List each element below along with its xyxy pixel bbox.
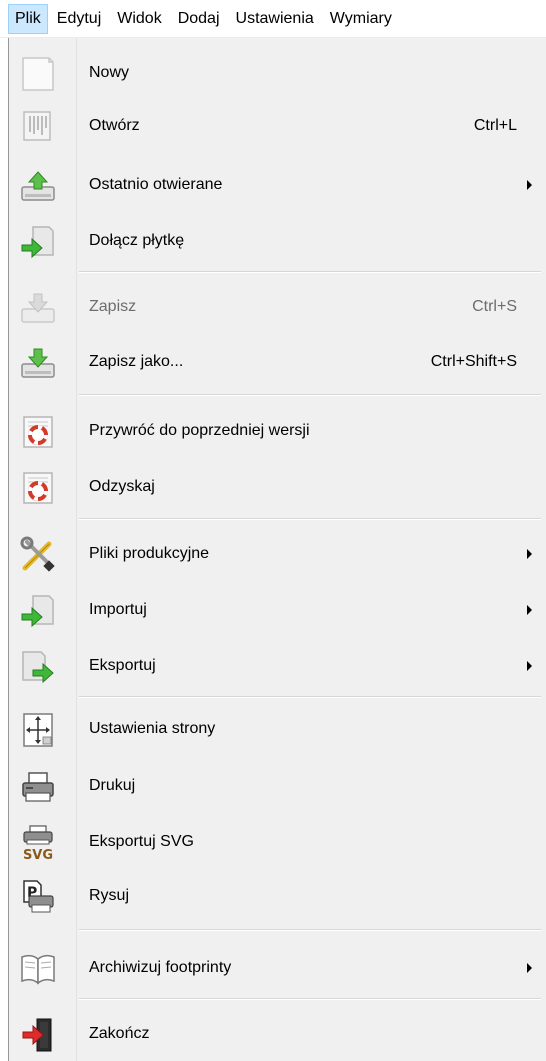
menu-item-label: Rysuj <box>89 887 130 904</box>
menu-item-ustawienia-strony[interactable]: Ustawienia strony <box>9 703 546 755</box>
menu-separator <box>79 696 541 698</box>
book-icon <box>19 950 57 988</box>
menu-separator <box>79 998 541 1000</box>
menu-item-label: Otwórz <box>89 117 140 134</box>
append-board-icon <box>19 223 57 261</box>
menu-item-dolacz-plytke[interactable]: Dołącz płytkę <box>9 215 546 267</box>
printer-icon <box>19 768 57 806</box>
tools-icon <box>19 536 57 574</box>
menu-item-otworz[interactable]: Otwórz Ctrl+L <box>9 100 546 152</box>
menu-item-label: Importuj <box>89 601 147 618</box>
menu-item-label: Przywróć do poprzedniej wersji <box>89 422 310 439</box>
submenu-arrow-icon <box>527 661 532 671</box>
submenu-arrow-icon <box>527 549 532 559</box>
recent-files-icon <box>19 167 57 205</box>
lifebuoy-icon <box>19 469 57 507</box>
menu-item-odzyskaj[interactable]: Odzyskaj <box>9 461 546 513</box>
menu-item-zapisz[interactable]: Zapisz Ctrl+S <box>9 281 546 333</box>
menu-item-label: Ostatnio otwierane <box>89 176 223 193</box>
menu-item-label: Eksportuj <box>89 657 156 674</box>
menu-item-importuj[interactable]: Importuj <box>9 584 546 636</box>
menu-item-label: Zapisz jako... <box>89 353 184 370</box>
menu-item-label: Pliki produkcyjne <box>89 545 210 562</box>
lifebuoy-icon <box>19 413 57 451</box>
menu-item-label: Archiwizuj footprinty <box>89 959 232 976</box>
menu-item-przywroc[interactable]: Przywróć do poprzedniej wersji <box>9 405 546 457</box>
menu-item-pliki-produkcyjne[interactable]: Pliki produkcyjne <box>9 528 546 580</box>
menu-wymiary[interactable]: Wymiary <box>323 4 399 34</box>
submenu-arrow-icon <box>527 180 532 190</box>
menu-item-label: Ustawienia strony <box>89 720 216 737</box>
menu-separator <box>79 394 541 396</box>
new-document-icon <box>19 55 57 93</box>
menu-dodaj[interactable]: Dodaj <box>171 4 227 34</box>
plot-icon: P <box>19 878 57 916</box>
menu-widok[interactable]: Widok <box>110 4 168 34</box>
menu-separator <box>79 271 541 273</box>
menu-ustawienia[interactable]: Ustawienia <box>229 4 321 34</box>
menu-item-label: Odzyskaj <box>89 478 155 495</box>
open-icon <box>19 108 57 146</box>
menu-item-zapisz-jako[interactable]: Zapisz jako... Ctrl+Shift+S <box>9 336 546 388</box>
save-as-icon <box>19 344 57 382</box>
menu-edytuj[interactable]: Edytuj <box>50 4 108 34</box>
menu-item-shortcut: Ctrl+L <box>473 117 517 134</box>
menu-bar: Plik Edytuj Widok Dodaj Ustawienia Wymia… <box>0 0 546 38</box>
menu-item-label: Zakończ <box>89 1025 150 1042</box>
svg-text:SVG: SVG <box>23 848 53 862</box>
menu-item-label: Eksportuj SVG <box>89 833 194 850</box>
submenu-arrow-icon <box>527 963 532 973</box>
exit-icon <box>19 1016 57 1054</box>
menu-item-rysuj[interactable]: P Rysuj <box>9 870 546 922</box>
menu-item-label: Dołącz płytkę <box>89 232 185 249</box>
file-menu-dropdown: Nowy Otwórz Ctrl+L Ostatnio otwierane Do… <box>8 38 546 1061</box>
menu-separator <box>79 518 541 520</box>
menu-item-ostatnio-otwierane[interactable]: Ostatnio otwierane <box>9 159 546 211</box>
menu-item-shortcut: Ctrl+S <box>472 298 517 315</box>
menu-item-eksportuj[interactable]: Eksportuj <box>9 640 546 692</box>
menu-item-label: Nowy <box>89 64 130 81</box>
export-icon <box>19 648 57 686</box>
menu-item-archiwizuj-footprinty[interactable]: Archiwizuj footprinty <box>9 942 546 994</box>
menu-item-zakoncz[interactable]: Zakończ <box>9 1008 546 1060</box>
menu-item-nowy[interactable]: Nowy <box>9 47 546 99</box>
menu-item-eksportuj-svg[interactable]: SVG Eksportuj SVG <box>9 816 546 868</box>
import-icon <box>19 592 57 630</box>
page-settings-icon <box>19 711 57 749</box>
menu-plik[interactable]: Plik <box>8 3 48 34</box>
submenu-arrow-icon <box>527 605 532 615</box>
menu-item-drukuj[interactable]: Drukuj <box>9 760 546 812</box>
application-window: Plik Edytuj Widok Dodaj Ustawienia Wymia… <box>0 0 546 1061</box>
menu-item-label: Drukuj <box>89 777 136 794</box>
menu-item-shortcut: Ctrl+Shift+S <box>430 353 517 370</box>
save-icon <box>19 289 57 327</box>
svg-export-icon: SVG <box>19 824 57 862</box>
menu-separator <box>79 929 541 931</box>
menu-item-label: Zapisz <box>89 298 137 315</box>
